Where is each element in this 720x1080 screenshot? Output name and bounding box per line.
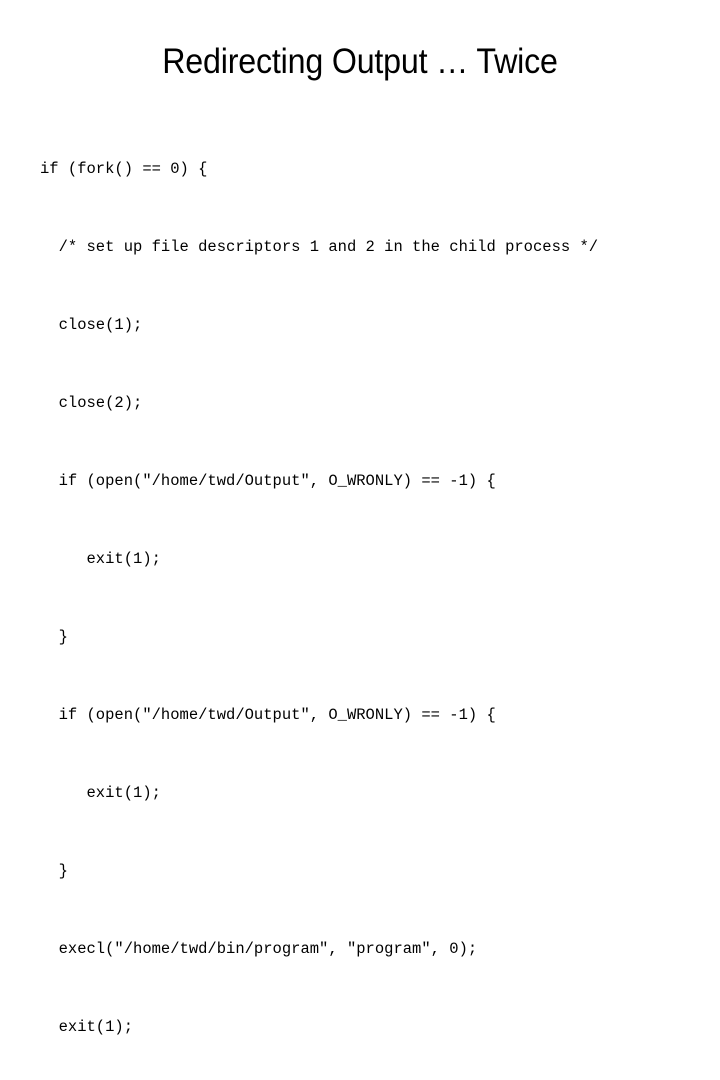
code-line: exit(1);: [40, 550, 161, 568]
code-line: }: [40, 628, 68, 646]
code-line: }: [40, 862, 68, 880]
code-line: exit(1);: [40, 1018, 134, 1036]
code-line: if (open("/home/twd/Output", O_WRONLY) =…: [40, 472, 496, 490]
code-block: if (fork() == 0) { /* set up file descri…: [40, 104, 720, 1080]
code-line: close(2);: [40, 394, 143, 412]
code-line: if (open("/home/twd/Output", O_WRONLY) =…: [40, 706, 496, 724]
code-line: /* set up file descriptors 1 and 2 in th…: [40, 238, 599, 256]
slide-canvas: Redirecting Output … Twice if (fork() ==…: [0, 0, 720, 1036]
code-line: execl("/home/twd/bin/program", "program"…: [40, 940, 478, 958]
code-line: close(1);: [40, 316, 143, 334]
page-title: Redirecting Output … Twice: [162, 42, 558, 81]
code-line: exit(1);: [40, 784, 161, 802]
code-line: if (fork() == 0) {: [40, 160, 208, 178]
